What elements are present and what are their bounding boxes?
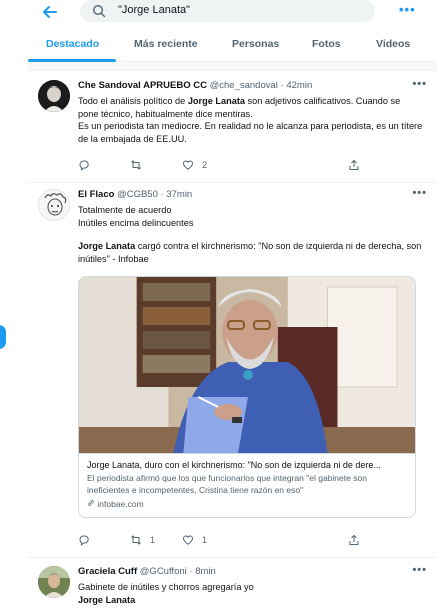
tweet-text-part: Todo el análisis político de — [78, 96, 188, 106]
tab-videos[interactable]: Videos — [376, 38, 410, 50]
search-term-highlight: Jorge Lanata — [78, 594, 136, 605]
tweet-header: Che Sandoval APRUEBO CC @che_sandoval · … — [78, 80, 423, 92]
retweet-button[interactable] — [130, 159, 150, 171]
top-bar: "Jorge Lanata" ••• — [0, 0, 437, 30]
reply-button[interactable] — [78, 534, 98, 546]
like-button[interactable]: 1 — [182, 534, 207, 546]
like-count: 2 — [202, 160, 208, 170]
link-card-domain-text: infobae.com — [97, 499, 144, 509]
tweet-quote-text: Jorge Lanata cargó contra el kirchnerism… — [78, 240, 423, 265]
tweet-actions: 2 — [78, 159, 378, 173]
tweet-actions: 1 1 — [78, 534, 378, 548]
display-name[interactable]: Graciela Cuff — [78, 566, 137, 577]
reply-icon — [79, 160, 89, 171]
tweet-text-part: Es un periodista tan mediocre. En realid… — [78, 121, 423, 144]
link-card-domain: infobae.com — [87, 498, 407, 510]
tweet-text: Todo el análisis político de Jorge Lanat… — [78, 95, 423, 145]
scroll-button[interactable] — [0, 325, 6, 349]
share-icon — [349, 534, 359, 545]
tweet[interactable]: Graciela Cuff @GCuffoni · 8min Gabinete … — [28, 558, 437, 609]
user-handle[interactable]: @che_sandoval — [210, 80, 278, 91]
link-card-title: Jorge Lanata, duro con el kirchnerismo: … — [87, 460, 381, 470]
tweet-text: Gabinete de inútiles y chorros agregaría… — [78, 581, 423, 606]
tweet-time[interactable]: · 37min — [161, 189, 193, 200]
retweet-icon — [131, 160, 141, 170]
tweet[interactable]: El Flaco @CGB50 · 37min Totalmente de ac… — [28, 183, 437, 558]
tweet-text-line: Totalmente de acuerdo — [78, 205, 172, 215]
retweet-count: 1 — [150, 535, 156, 545]
tweet-content: Che Sandoval APRUEBO CC @che_sandoval · … — [78, 80, 423, 145]
display-name[interactable]: El Flaco — [78, 189, 114, 200]
tweet[interactable]: Che Sandoval APRUEBO CC @che_sandoval · … — [28, 72, 437, 183]
search-input[interactable]: "Jorge Lanata" — [80, 0, 375, 22]
link-card-description: El periodista afirmó que los que funcion… — [87, 473, 367, 495]
avatar[interactable] — [38, 566, 70, 598]
link-card-body: Jorge Lanata, duro con el kirchnerismo: … — [79, 453, 415, 517]
tweet-header: El Flaco @CGB50 · 37min — [78, 189, 423, 201]
tweet-text: Totalmente de acuerdo Inútiles encima de… — [78, 204, 423, 265]
share-button[interactable] — [348, 159, 368, 171]
search-query: "Jorge Lanata" — [118, 4, 191, 16]
section-divider — [28, 62, 437, 71]
avatar[interactable] — [38, 80, 70, 112]
like-count: 1 — [202, 535, 208, 545]
share-icon — [349, 159, 359, 170]
display-name[interactable]: Che Sandoval APRUEBO CC — [78, 80, 207, 91]
search-tabs: Destacado Más reciente Personas Fotos Vi… — [28, 30, 437, 62]
reply-icon — [79, 535, 89, 546]
tweet-text-line: Gabinete de inútiles y chorros agregaría… — [78, 582, 254, 592]
search-term-highlight: Jorge Lanata — [78, 241, 136, 251]
more-options-icon[interactable]: ••• — [399, 2, 416, 17]
heart-icon — [182, 160, 194, 170]
link-icon — [88, 500, 94, 506]
tweet-time[interactable]: · 42min — [281, 80, 313, 91]
tweet-more-icon[interactable]: ••• — [412, 564, 427, 576]
tab-mas-reciente[interactable]: Más reciente — [134, 38, 198, 50]
back-arrow-icon[interactable] — [40, 2, 60, 22]
tab-fotos[interactable]: Fotos — [312, 38, 341, 50]
user-handle[interactable]: @CGB50 — [117, 189, 158, 200]
link-card[interactable]: Jorge Lanata, duro con el kirchnerismo: … — [78, 276, 416, 518]
share-button[interactable] — [348, 534, 368, 546]
search-icon — [92, 4, 106, 18]
reply-button[interactable] — [78, 159, 98, 171]
tab-personas[interactable]: Personas — [232, 38, 279, 50]
search-term-highlight: Jorge Lanata — [187, 96, 245, 106]
tweet-more-icon[interactable]: ••• — [412, 187, 427, 199]
like-button[interactable]: 2 — [182, 159, 207, 171]
tab-destacado[interactable]: Destacado — [46, 38, 99, 50]
retweet-icon — [131, 535, 141, 545]
user-handle[interactable]: @GCuffoni — [140, 566, 187, 577]
retweet-button[interactable]: 1 — [130, 534, 155, 546]
avatar[interactable] — [38, 189, 70, 221]
link-card-image[interactable] — [79, 277, 415, 453]
tweet-more-icon[interactable]: ••• — [412, 78, 427, 90]
tweet-content: El Flaco @CGB50 · 37min Totalmente de ac… — [78, 189, 423, 265]
heart-icon — [182, 535, 194, 545]
tweet-time[interactable]: · 8min — [189, 566, 215, 577]
tweet-text-line: Inútiles encima delincuentes — [78, 217, 194, 228]
tweet-header: Graciela Cuff @GCuffoni · 8min — [78, 566, 423, 578]
tweet-content: Graciela Cuff @GCuffoni · 8min Gabinete … — [78, 566, 423, 606]
